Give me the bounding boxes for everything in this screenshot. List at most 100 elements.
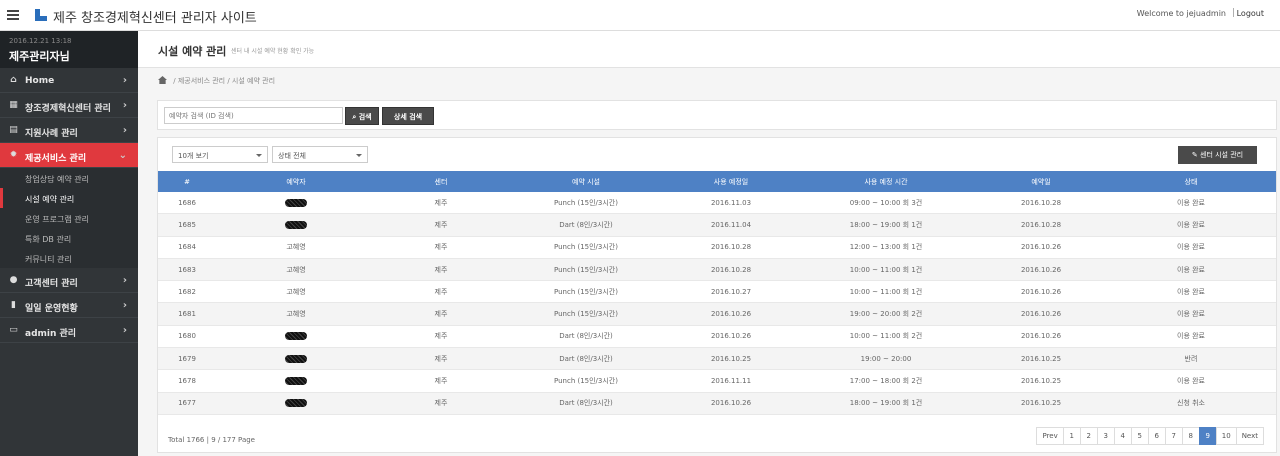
table-row[interactable]: 1683 고혜영 제주 Punch (15인/3시간) 2016.10.28 10:00 … [158, 258, 1276, 282]
cell-use-date: 2016.10.27 [710, 287, 752, 296]
search-input[interactable] [164, 107, 343, 124]
page-button-4[interactable]: 4 [1113, 427, 1132, 445]
status-select[interactable]: 상태 전체 [272, 146, 368, 163]
col-use-time[interactable]: 사용 예정 시간 [796, 171, 976, 192]
page-button-3[interactable]: 3 [1096, 427, 1115, 445]
table-row[interactable]: 1679 제주 Dart (8인/3시간) 2016.10.25 19:00 ~ 20:… [158, 348, 1276, 371]
cell-facility: Punch (15인/3시간) [554, 287, 618, 296]
page-size-select[interactable]: 10개 보기 [172, 146, 268, 163]
table-row[interactable]: 1685 제주 Dart (8인/3시간) 2016.11.04 18:00 ~ 19:… [158, 214, 1276, 237]
col-number[interactable]: # [158, 171, 216, 192]
cell-number: 1682 [178, 287, 196, 296]
cell-use-date: 2016.10.26 [710, 332, 752, 341]
cell-use-date: 2016.11.03 [710, 198, 752, 207]
table-row[interactable]: 1682 고혜영 제주 Punch (15인/3시간) 2016.10.27 10:00 … [158, 281, 1276, 304]
table-row[interactable]: 1677 제주 Dart (8인/3시간) 2016.10.26 18:00 ~ 19:… [158, 392, 1276, 415]
cell-reserver [216, 214, 376, 235]
sidebar: 2016.12.21 13:18 제주관리자님 ⌂ Home › ▦ 창조경제혁… [0, 31, 138, 456]
cell-status: 이용 완료 [1177, 332, 1205, 341]
col-reserve-date[interactable]: 예약일 [976, 171, 1106, 192]
cell-reserve-date: 2016.10.26 [1020, 310, 1062, 319]
sidebar-item-services[interactable]: ✹ 제공서비스 관리 ⌄ [0, 143, 138, 168]
cell-use-date: 2016.10.28 [710, 265, 752, 274]
cell-number: 1681 [178, 310, 196, 319]
page-button-9[interactable]: 9 [1198, 427, 1217, 445]
page-button-8[interactable]: 8 [1181, 427, 1200, 445]
logout-link[interactable]: Logout [1237, 9, 1264, 18]
building-icon: ▦ [9, 100, 18, 110]
advanced-search-button[interactable]: 상세 검색 [382, 107, 434, 125]
next-page-button[interactable]: Next [1235, 427, 1264, 445]
col-center[interactable]: 센터 [376, 171, 506, 192]
col-reserver[interactable]: 예약자 [216, 171, 376, 192]
cell-reserve-date: 2016.10.26 [1020, 287, 1062, 296]
status-value: 상태 전체 [278, 152, 306, 160]
submenu-item-programs[interactable]: 운영 프로그램 관리 [0, 208, 138, 228]
gear-icon: ✹ [9, 150, 18, 160]
sidebar-item-center[interactable]: ▦ 창조경제혁신센터 관리 › [0, 93, 138, 118]
cell-number: 1684 [178, 243, 196, 252]
sidebar-item-admin[interactable]: ▭ admin 관리 › [0, 318, 138, 343]
page-button-7[interactable]: 7 [1164, 427, 1183, 445]
cell-facility: Punch (15인/3시간) [554, 377, 618, 386]
page-button-2[interactable]: 2 [1079, 427, 1098, 445]
cell-reserve-date: 2016.10.28 [1020, 220, 1062, 229]
cell-reserve-date: 2016.10.26 [1020, 265, 1062, 274]
cell-number: 1677 [178, 399, 196, 408]
cell-reserver [216, 192, 376, 213]
prev-page-button[interactable]: Prev [1036, 427, 1064, 445]
cell-center: 제주 [434, 198, 448, 207]
table-row[interactable]: 1680 제주 Dart (8인/3시간) 2016.10.26 10:00 ~ 11:… [158, 326, 1276, 349]
cell-reserve-date: 2016.10.25 [1020, 377, 1062, 386]
page-button-10[interactable]: 10 [1215, 427, 1237, 445]
page-button-1[interactable]: 1 [1062, 427, 1081, 445]
cell-center: 제주 [434, 220, 448, 229]
sidebar-item-support-cases[interactable]: ▤ 지원사례 관리 › [0, 118, 138, 143]
search-button[interactable]: ⌕ 검색 [345, 107, 379, 125]
page-button-5[interactable]: 5 [1130, 427, 1149, 445]
cell-number: 1686 [178, 198, 196, 207]
table-row[interactable]: 1678 제주 Punch (15인/3시간) 2016.11.11 17:00 ~ 1… [158, 370, 1276, 393]
sidebar-user: 제주관리자님 [9, 50, 70, 63]
cell-status: 이용 완료 [1177, 265, 1205, 274]
table-row[interactable]: 1684 고혜영 제주 Punch (15인/3시간) 2016.10.28 12:00 … [158, 237, 1276, 259]
cell-use-time: 18:00 ~ 19:00 회 1건 [849, 220, 923, 229]
sidebar-item-customer[interactable]: ● 고객센터 관리 › [0, 268, 138, 293]
col-use-date[interactable]: 사용 예정일 [666, 171, 796, 192]
cell-use-time: 17:00 ~ 18:00 회 2건 [849, 377, 923, 386]
table-row[interactable]: 1686 제주 Punch (15인/3시간) 2016.11.03 09:00 ~ 1… [158, 192, 1276, 215]
home-icon[interactable] [158, 76, 167, 84]
sidebar-item-daily[interactable]: ▮ 일일 운영현황 › [0, 293, 138, 318]
chevron-right-icon: › [122, 275, 127, 286]
cell-status: 이용 완료 [1177, 198, 1205, 207]
cell-use-time: 09:00 ~ 10:00 회 3건 [849, 198, 923, 207]
hamburger-menu-icon[interactable] [7, 10, 19, 20]
sidebar-item-label: 고객센터 관리 [25, 279, 78, 289]
submenu-item-facility[interactable]: 시설 예약 관리 [0, 188, 138, 208]
cell-use-date: 2016.11.11 [710, 377, 752, 386]
monitor-icon: ▭ [9, 325, 18, 335]
page-title: 시설 예약 관리 [158, 45, 227, 58]
col-facility[interactable]: 예약 시설 [506, 171, 666, 192]
cell-status: 이용 완료 [1177, 243, 1205, 252]
page-button-6[interactable]: 6 [1147, 427, 1166, 445]
cell-number: 1685 [178, 220, 196, 229]
submenu-item-db[interactable]: 특화 DB 관리 [0, 228, 138, 248]
sidebar-item-home[interactable]: ⌂ Home › [0, 68, 138, 93]
chart-icon: ▮ [11, 300, 16, 310]
cell-use-date: 2016.10.25 [710, 354, 752, 363]
cell-status: 신청 취소 [1177, 399, 1205, 408]
redaction-mark [285, 332, 307, 341]
cell-status: 이용 완료 [1177, 377, 1205, 386]
table-row[interactable]: 1681 고혜영 제주 Punch (15인/3시간) 2016.10.26 19:00 … [158, 303, 1276, 326]
submenu-item-community[interactable]: 커뮤니티 관리 [0, 248, 138, 268]
submenu-item-consulting[interactable]: 창업상담 예약 관리 [0, 168, 138, 188]
manage-facility-button[interactable]: ✎ 센터 시설 관리 [1178, 146, 1257, 164]
sidebar-item-label: Home [25, 76, 55, 86]
cell-facility: Dart (8인/3시간) [559, 399, 613, 408]
chevron-right-icon: › [122, 75, 127, 86]
cell-facility: Dart (8인/3시간) [559, 332, 613, 341]
table-header: # 예약자 센터 예약 시설 사용 예정일 사용 예정 시간 예약일 상태 [158, 171, 1276, 192]
chevron-down-icon: ⌄ [118, 150, 127, 161]
col-status[interactable]: 상태 [1106, 171, 1276, 192]
